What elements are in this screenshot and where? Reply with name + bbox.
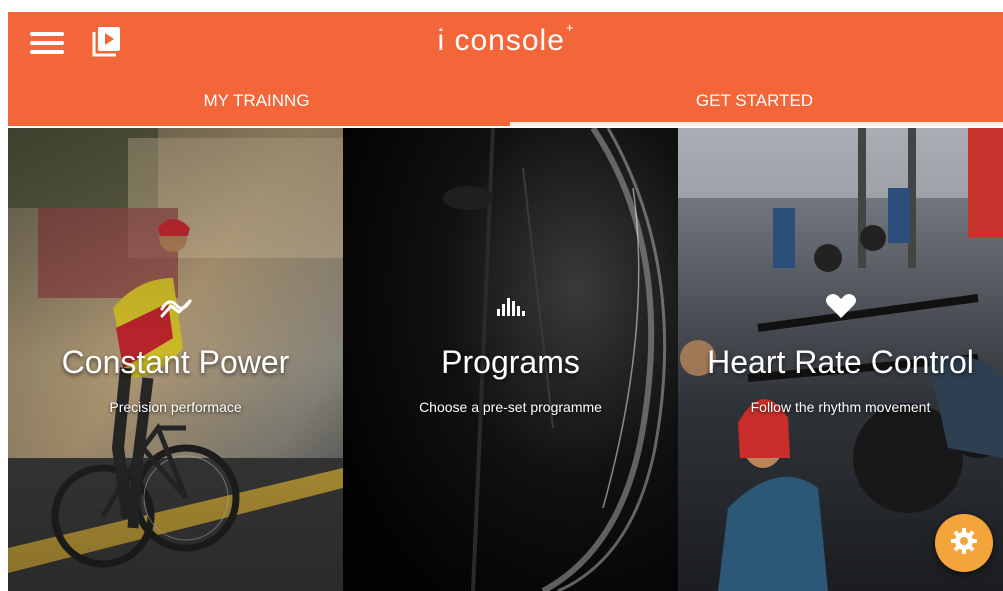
app-screen: i console+ MY TRAINNG GET STARTED Consta… [8, 12, 1003, 591]
programs-card[interactable]: Programs Choose a pre-set programme [343, 128, 678, 591]
gear-icon [950, 527, 978, 560]
settings-fab[interactable] [935, 514, 993, 572]
constant-power-icon [8, 292, 343, 322]
tab-get-started-label: GET STARTED [695, 91, 814, 110]
constant-power-subtitle: Precision performace [109, 399, 242, 415]
bar-graph-icon [343, 292, 678, 322]
programs-title: Programs [441, 344, 580, 380]
tab-my-training-label: MY TRAINNG [203, 91, 310, 110]
programs-subtitle: Choose a pre-set programme [419, 399, 602, 415]
app-title-plus: + [565, 20, 575, 35]
constant-power-card[interactable]: Constant Power Precision performace [8, 128, 343, 591]
top-app-bar: i console+ MY TRAINNG GET STARTED [8, 12, 1003, 126]
heart-rate-control-subtitle: Follow the rhythm movement [750, 399, 931, 415]
heart-icon [678, 292, 1003, 322]
app-title-text: i console [437, 24, 565, 57]
app-title: i console+ [8, 20, 1003, 58]
tab-get-started[interactable]: GET STARTED [506, 88, 1003, 118]
active-tab-indicator [510, 122, 1003, 126]
constant-power-title: Constant Power [61, 344, 290, 380]
tab-my-training[interactable]: MY TRAINNG [8, 88, 505, 118]
heart-rate-control-title: Heart Rate Control [707, 344, 974, 380]
